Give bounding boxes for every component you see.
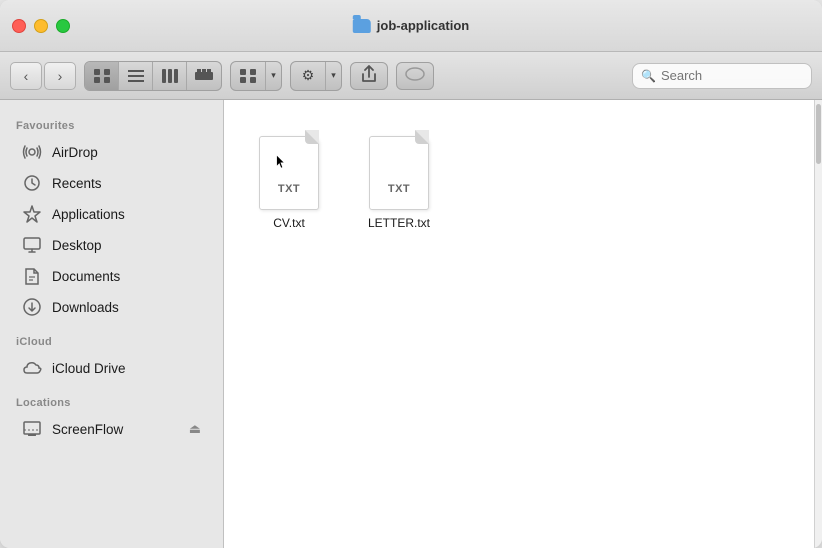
list-view-button[interactable] (119, 62, 153, 90)
letter-txt-icon: TXT (365, 130, 433, 210)
search-input[interactable] (661, 68, 801, 83)
airdrop-icon (22, 142, 42, 162)
cv-txt-fold (305, 130, 319, 144)
letter-txt-fold (415, 130, 429, 144)
list-view-icon (128, 69, 144, 83)
back-button[interactable]: ‹ (10, 62, 42, 90)
cv-txt-icon: TXT (255, 130, 323, 210)
sidebar-item-screenflow[interactable]: ScreenFlow ⏏ (6, 414, 217, 444)
sidebar-item-recents[interactable]: Recents (6, 168, 217, 198)
tag-icon (405, 66, 425, 85)
locations-section-label: Locations (0, 393, 223, 413)
sidebar-item-icloud-drive[interactable]: iCloud Drive (6, 353, 217, 383)
nav-buttons: ‹ › (10, 62, 76, 90)
file-item-letter[interactable]: TXT LETTER.txt (354, 124, 444, 236)
favourites-section-label: Favourites (0, 116, 223, 136)
file-item-cv[interactable]: TXT CV.txt (244, 124, 334, 236)
sidebar-item-desktop[interactable]: Desktop (6, 230, 217, 260)
view-controls (84, 61, 222, 91)
documents-label: Documents (52, 269, 120, 284)
close-button[interactable] (12, 19, 26, 33)
letter-txt-name: LETTER.txt (368, 216, 430, 230)
sort-icon (231, 62, 265, 90)
recents-label: Recents (52, 176, 102, 191)
sort-dropdown-arrow[interactable]: ▾ (265, 62, 281, 90)
search-icon: 🔍 (641, 69, 656, 83)
column-view-button[interactable] (153, 62, 187, 90)
action-button[interactable]: ⚙ ▾ (290, 61, 342, 91)
sidebar-item-airdrop[interactable]: AirDrop (6, 137, 217, 167)
sidebar-item-applications[interactable]: Applications (6, 199, 217, 229)
title-label: job-application (377, 18, 469, 33)
gallery-view-icon (195, 69, 213, 83)
applications-label: Applications (52, 207, 125, 222)
gear-icon: ⚙ (291, 62, 325, 90)
forward-button[interactable]: › (44, 62, 76, 90)
icloud-section-label: iCloud (0, 332, 223, 352)
downloads-label: Downloads (52, 300, 119, 315)
maximize-button[interactable] (56, 19, 70, 33)
file-area: TXT CV.txt TXT LETTER. (224, 100, 814, 548)
toolbar: ‹ › (0, 52, 822, 100)
scroll-indicator (814, 100, 822, 548)
cv-txt-body: TXT (259, 136, 319, 210)
screenflow-label: ScreenFlow (52, 422, 123, 437)
finder-window: job-application ‹ › (0, 0, 822, 548)
grid-sort-icon (240, 69, 256, 83)
minimize-button[interactable] (34, 19, 48, 33)
gallery-view-button[interactable] (187, 62, 221, 90)
letter-txt-body: TXT (369, 136, 429, 210)
window-title: job-application (353, 18, 469, 33)
share-icon (361, 65, 377, 87)
main-content: Favourites AirDrop (0, 100, 822, 548)
traffic-lights (12, 19, 70, 33)
scroll-thumb[interactable] (816, 104, 821, 164)
icloud-drive-icon (22, 358, 42, 378)
sidebar-item-downloads[interactable]: Downloads (6, 292, 217, 322)
icloud-drive-label: iCloud Drive (52, 361, 126, 376)
action-dropdown-arrow[interactable]: ▾ (325, 62, 341, 90)
tag-button[interactable] (396, 62, 434, 90)
sort-dropdown[interactable]: ▾ (230, 61, 282, 91)
sidebar-item-documents[interactable]: Documents (6, 261, 217, 291)
share-button[interactable] (350, 62, 388, 90)
icon-view-icon (94, 69, 110, 83)
folder-icon (353, 19, 371, 33)
desktop-label: Desktop (52, 238, 102, 253)
cv-txt-name: CV.txt (273, 216, 305, 230)
cv-txt-type-label: TXT (260, 183, 318, 195)
eject-icon[interactable]: ⏏ (189, 421, 201, 437)
back-icon: ‹ (24, 68, 29, 84)
title-bar: job-application (0, 0, 822, 52)
desktop-icon (22, 235, 42, 255)
applications-icon (22, 204, 42, 224)
downloads-icon (22, 297, 42, 317)
icon-view-button[interactable] (85, 62, 119, 90)
letter-txt-type-label: TXT (370, 183, 428, 195)
recents-icon (22, 173, 42, 193)
airdrop-label: AirDrop (52, 145, 98, 160)
screenflow-icon (22, 419, 42, 439)
sidebar: Favourites AirDrop (0, 100, 224, 548)
forward-icon: › (58, 68, 63, 84)
documents-icon (22, 266, 42, 286)
column-view-icon (162, 69, 178, 83)
search-box[interactable]: 🔍 (632, 63, 812, 89)
